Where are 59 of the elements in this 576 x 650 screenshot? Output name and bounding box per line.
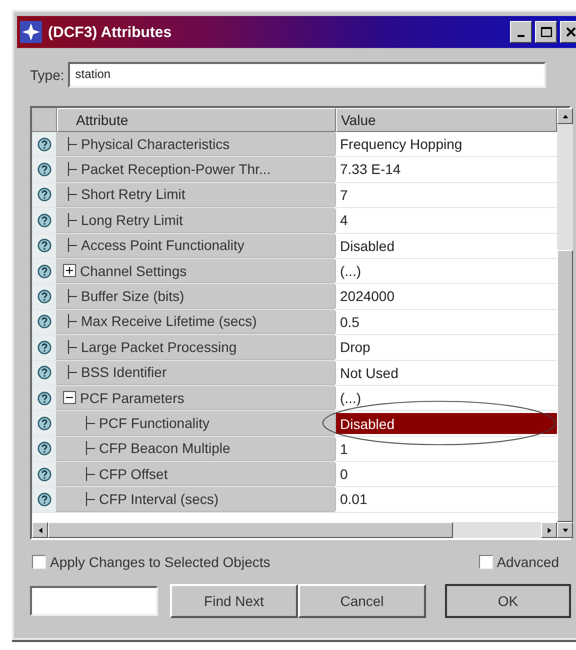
checkbox[interactable] <box>32 555 46 569</box>
attribute-name: Short Retry Limit <box>81 186 186 202</box>
checkbox-label[interactable]: Advanced <box>496 554 559 570</box>
attribute-name: CFP Offset <box>99 466 168 482</box>
dialog-button[interactable]: OK <box>445 584 571 618</box>
help-icon <box>36 212 52 228</box>
attribute-name: Physical Characteristics <box>81 136 230 152</box>
help-icon <box>36 314 52 330</box>
attribute-name: Packet Reception-Power Thr... <box>81 161 271 178</box>
attribute-name: BSS Identifier <box>81 364 167 380</box>
help-icon <box>36 365 52 380</box>
close-button[interactable] <box>560 21 576 43</box>
checkbox-label[interactable]: Apply Changes to Selected Objects <box>50 554 270 570</box>
type-field[interactable]: station <box>68 62 546 88</box>
expand-icon[interactable] <box>63 264 76 278</box>
scroll-thumb[interactable] <box>48 522 453 538</box>
app-icon <box>20 21 42 43</box>
maximize-icon <box>540 27 552 37</box>
minimize-button[interactable] <box>510 21 532 43</box>
maximize-button[interactable] <box>535 21 557 43</box>
minimize-icon <box>517 35 525 37</box>
attribute-name: CFP Interval (secs) <box>99 491 219 508</box>
scroll-thumb[interactable] <box>557 250 573 522</box>
checkbox[interactable] <box>478 555 493 569</box>
window-title: (DCF3) Attributes <box>48 24 173 40</box>
attribute-name: Channel Settings <box>80 262 187 279</box>
type-label: Type: <box>30 67 64 83</box>
help-icon <box>36 492 52 508</box>
attribute-name: Buffer Size (bits) <box>81 288 184 304</box>
help-icon <box>36 289 52 304</box>
help-icon <box>36 187 52 202</box>
scroll-down-icon <box>560 526 570 534</box>
column-header[interactable]: Value <box>336 108 557 132</box>
help-icon <box>36 238 52 254</box>
attribute-name: Large Packet Processing <box>81 338 237 355</box>
help-icon <box>36 340 52 355</box>
help-icon <box>36 264 52 279</box>
help-icon <box>36 416 52 431</box>
help-icon <box>36 390 52 406</box>
attribute-name: CFP Beacon Multiple <box>99 440 230 456</box>
help-icon <box>36 466 52 482</box>
vertical-scrollbar[interactable] <box>557 108 573 538</box>
attribute-name: PCF Functionality <box>99 414 210 431</box>
dialog-button[interactable]: Find Next <box>170 584 298 618</box>
scroll-right-icon <box>544 526 554 534</box>
attribute-name: Max Receive Lifetime (secs) <box>81 313 257 330</box>
attribute-name: Long Retry Limit <box>81 212 183 228</box>
close-icon <box>564 25 576 39</box>
collapse-icon[interactable] <box>63 391 76 404</box>
attribute-name: PCF Parameters <box>80 390 184 406</box>
help-icon <box>36 162 52 178</box>
horizontal-scrollbar[interactable] <box>32 522 557 538</box>
help-icon <box>36 441 52 456</box>
help-icon <box>36 136 52 152</box>
dialog-button[interactable]: Cancel <box>298 584 426 618</box>
attribute-name: Access Point Functionality <box>81 237 244 254</box>
attribute-value[interactable]: Disabled <box>335 413 557 434</box>
column-header[interactable]: Attribute <box>57 108 336 132</box>
search-field[interactable] <box>30 586 158 616</box>
